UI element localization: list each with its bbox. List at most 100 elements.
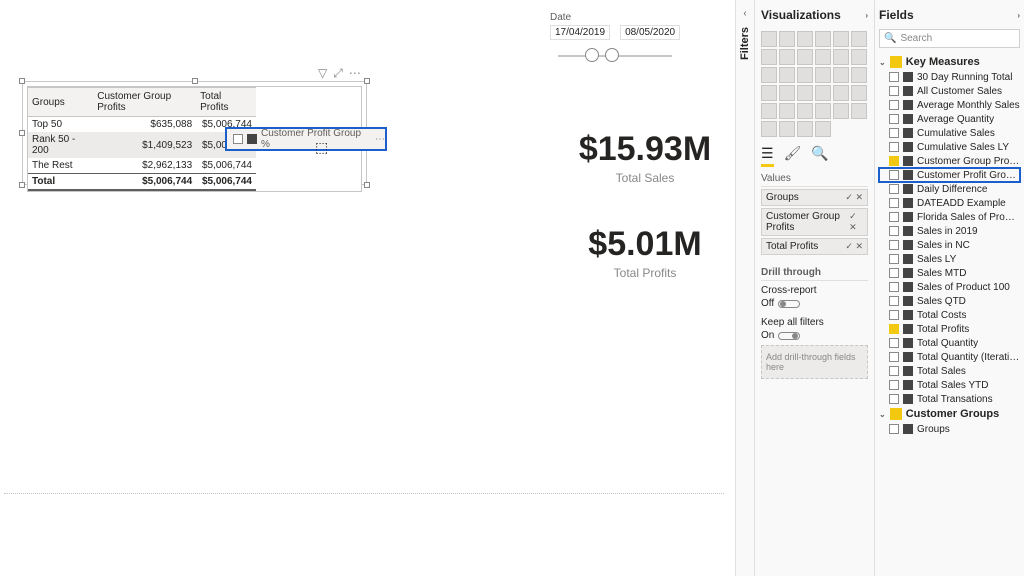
table-column-header[interactable]: Groups — [28, 88, 93, 117]
checkbox[interactable] — [889, 424, 899, 434]
viz-type-icon[interactable] — [779, 85, 795, 101]
checkbox[interactable] — [889, 226, 899, 236]
viz-type-icon[interactable] — [779, 49, 795, 65]
date-from-input[interactable]: 17/04/2019 — [550, 25, 610, 40]
checkbox[interactable] — [889, 254, 899, 264]
field-item[interactable]: Customer Profit Group % — [879, 168, 1020, 182]
checkbox[interactable] — [889, 338, 899, 348]
slider-thumb-end[interactable] — [605, 48, 619, 62]
field-item[interactable]: DATEADD Example — [879, 196, 1020, 210]
viz-type-icon[interactable] — [851, 31, 867, 47]
field-item[interactable]: Customer Group Profits — [879, 154, 1020, 168]
viz-type-icon[interactable] — [815, 49, 831, 65]
table-column-header[interactable]: Customer Group Profits — [93, 88, 196, 117]
viz-type-icon[interactable] — [815, 121, 831, 137]
field-well[interactable]: Groups✓ ✕ — [761, 189, 868, 206]
chevron-right-icon[interactable]: › — [865, 11, 868, 20]
checkbox[interactable] — [889, 324, 899, 334]
field-item[interactable]: Florida Sales of Product 2 ... — [879, 210, 1020, 224]
field-item[interactable]: Total Quantity (Iteration) — [879, 350, 1020, 364]
field-item[interactable]: All Customer Sales — [879, 84, 1020, 98]
checkbox[interactable] — [889, 86, 899, 96]
viz-type-icon[interactable] — [851, 85, 867, 101]
viz-type-icon[interactable] — [779, 67, 795, 83]
field-item[interactable]: Average Quantity — [879, 112, 1020, 126]
table-column-header[interactable]: Total Profits — [196, 88, 256, 117]
table-node[interactable]: ⌄Customer Groups — [879, 406, 1020, 422]
checkbox[interactable] — [889, 184, 899, 194]
viz-type-icon[interactable] — [779, 31, 795, 47]
table-row[interactable]: The Rest$2,962,133$5,006,744 — [28, 158, 256, 174]
field-item[interactable]: Total Sales — [879, 364, 1020, 378]
field-item[interactable]: Cumulative Sales LY — [879, 140, 1020, 154]
field-item[interactable]: Sales in 2019 — [879, 224, 1020, 238]
field-item[interactable]: Sales of Product 100 — [879, 280, 1020, 294]
viz-type-icon[interactable] — [761, 85, 777, 101]
field-item[interactable]: Total Profits — [879, 322, 1020, 336]
checkbox[interactable] — [889, 114, 899, 124]
report-canvas[interactable]: Date 17/04/2019 08/05/2020 $15.93M Total… — [0, 0, 730, 576]
date-to-input[interactable]: 08/05/2020 — [620, 25, 680, 40]
viz-type-icon[interactable] — [761, 67, 777, 83]
checkbox[interactable] — [889, 240, 899, 250]
checkbox[interactable] — [889, 212, 899, 222]
analytics-tab[interactable]: 🔍 — [811, 145, 828, 167]
viz-type-icon[interactable] — [761, 31, 777, 47]
field-item[interactable]: Total Costs — [879, 308, 1020, 322]
field-item[interactable]: Daily Difference — [879, 182, 1020, 196]
viz-type-icon[interactable] — [797, 103, 813, 119]
date-slicer[interactable]: Date 17/04/2019 08/05/2020 — [550, 12, 680, 66]
field-item[interactable]: Total Quantity — [879, 336, 1020, 350]
field-item[interactable]: Sales QTD — [879, 294, 1020, 308]
checkbox[interactable] — [889, 352, 899, 362]
checkbox[interactable] — [889, 366, 899, 376]
checkbox[interactable] — [889, 282, 899, 292]
expand-icon[interactable]: ‹ — [743, 8, 746, 19]
table-node[interactable]: ⌄Key Measures — [879, 54, 1020, 70]
viz-type-icon[interactable] — [833, 31, 849, 47]
checkbox[interactable] — [889, 380, 899, 390]
checkbox[interactable] — [889, 72, 899, 82]
field-item[interactable]: Average Monthly Sales — [879, 98, 1020, 112]
viz-type-icon[interactable] — [833, 67, 849, 83]
field-item[interactable]: Groups — [879, 422, 1020, 436]
viz-type-icon[interactable] — [779, 103, 795, 119]
viz-type-icon[interactable] — [833, 103, 849, 119]
table-row[interactable]: Top 50$635,088$5,006,744 — [28, 117, 256, 133]
checkbox[interactable] — [889, 198, 899, 208]
cross-report-toggle[interactable]: Off — [761, 298, 868, 309]
kpi-total-sales[interactable]: $15.93M Total Sales — [560, 130, 730, 185]
field-item[interactable]: 30 Day Running Total — [879, 70, 1020, 84]
more-icon[interactable]: ⋯ — [349, 66, 361, 81]
date-slider[interactable] — [550, 46, 680, 66]
format-tab[interactable]: 🖌 — [784, 145, 802, 167]
viz-type-icon[interactable] — [797, 31, 813, 47]
focus-icon[interactable]: ⤢ — [333, 66, 343, 81]
field-item[interactable]: Sales MTD — [879, 266, 1020, 280]
field-item[interactable]: Total Sales YTD — [879, 378, 1020, 392]
viz-type-icon[interactable] — [851, 103, 867, 119]
viz-type-icon[interactable] — [815, 67, 831, 83]
checkbox[interactable] — [889, 310, 899, 320]
checkbox[interactable] — [889, 100, 899, 110]
field-well[interactable]: Customer Group Profits✓ ✕ — [761, 208, 868, 236]
field-item[interactable]: Sales in NC — [879, 238, 1020, 252]
viz-type-icon[interactable] — [833, 49, 849, 65]
viz-type-icon[interactable] — [815, 31, 831, 47]
viz-type-icon[interactable] — [797, 67, 813, 83]
checkbox[interactable] — [889, 394, 899, 404]
viz-type-icon[interactable] — [797, 121, 813, 137]
checkbox[interactable] — [889, 268, 899, 278]
field-item[interactable]: Sales LY — [879, 252, 1020, 266]
viz-type-icon[interactable] — [815, 85, 831, 101]
viz-type-icon[interactable] — [779, 121, 795, 137]
checkbox[interactable] — [889, 142, 899, 152]
field-well[interactable]: Total Profits✓ ✕ — [761, 238, 868, 255]
filter-icon[interactable]: ▽ — [318, 66, 327, 81]
checkbox[interactable] — [889, 170, 899, 180]
viz-type-icon[interactable] — [851, 49, 867, 65]
field-item[interactable]: Cumulative Sales — [879, 126, 1020, 140]
checkbox[interactable] — [889, 128, 899, 138]
fields-search-input[interactable]: 🔍 Search — [879, 29, 1020, 48]
viz-type-icon[interactable] — [761, 49, 777, 65]
